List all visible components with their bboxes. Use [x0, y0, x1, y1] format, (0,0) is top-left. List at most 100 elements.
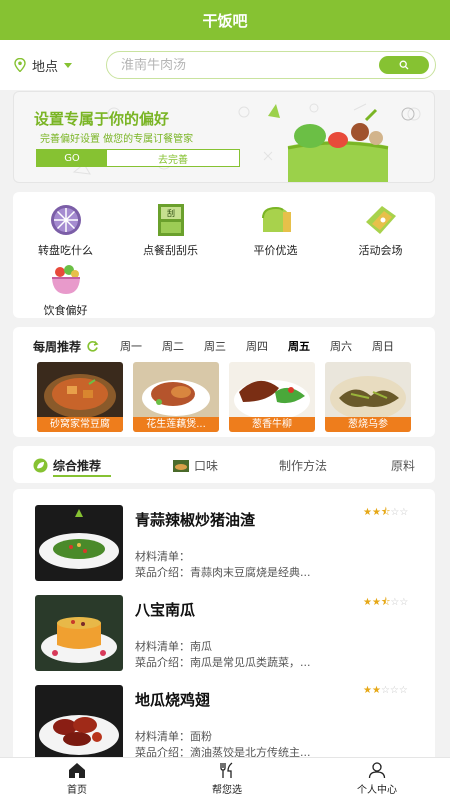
- category-label: 活动会场: [358, 244, 403, 257]
- banner-subtitle: 完善偏好设置 做您的专属订餐管家: [40, 134, 194, 145]
- weekly-dish-list: 砂窝家常豆腐 花生莲藕煲... 葱香牛柳 葱烧乌参: [37, 362, 411, 432]
- recommend-tabs: 综合推荐 口味 制作方法 原料: [13, 446, 435, 483]
- scratch-card-icon: 刮: [157, 204, 184, 236]
- tab-day-5[interactable]: 周五: [288, 338, 330, 354]
- nav-label: 帮您选: [212, 785, 242, 796]
- star-full-icon: ★: [371, 507, 381, 518]
- tab-day-3[interactable]: 周三: [204, 338, 246, 354]
- tab-method[interactable]: 制作方法: [279, 457, 327, 474]
- star-empty-icon: ☆: [398, 685, 408, 696]
- bread-icon: [261, 206, 291, 232]
- nav-label: 首页: [67, 785, 87, 796]
- category-preference[interactable]: 饮食偏好: [13, 262, 118, 318]
- recipe-name: 八宝南瓜: [135, 601, 196, 619]
- go-label[interactable]: GO: [37, 150, 107, 166]
- tab-taste[interactable]: 口味: [173, 457, 218, 474]
- star-empty-icon: ☆: [399, 597, 409, 608]
- banner-title: 设置专属于你的偏好: [34, 110, 170, 128]
- rating-stars: ★★⯪☆☆: [363, 595, 408, 612]
- refresh-icon[interactable]: [86, 340, 99, 353]
- salad-bowl-icon: [51, 265, 80, 294]
- tab-day-7[interactable]: 周日: [372, 338, 414, 354]
- weekday-tabs: 周一 周二 周三 周四 周五 周六 周日: [120, 338, 414, 354]
- dish-thumbnail-icon: [173, 459, 189, 472]
- search-row: 地点: [0, 40, 450, 90]
- nav-help-choose[interactable]: 帮您选: [182, 762, 272, 796]
- dish-label: 葱香牛柳: [229, 417, 315, 432]
- app-header: 干饭吧: [0, 0, 450, 40]
- dish-label: 花生莲藕煲...: [133, 417, 219, 432]
- weekly-title: 每周推荐: [33, 340, 82, 354]
- star-full-icon: ★: [371, 685, 381, 696]
- tab-label: 口味: [194, 459, 219, 473]
- recipe-thumbnail: [35, 685, 123, 761]
- location-label: 地点: [32, 59, 59, 75]
- complete-later-label[interactable]: 去完善: [107, 150, 239, 166]
- category-value[interactable]: 平价优选: [223, 202, 328, 258]
- category-events[interactable]: 活动会场: [328, 202, 433, 258]
- wheel-icon: [50, 205, 81, 235]
- recipe-photo: [35, 595, 123, 671]
- weekly-header: 每周推荐: [33, 338, 99, 355]
- recipe-photo: [35, 685, 123, 761]
- tab-day-4[interactable]: 周四: [246, 338, 288, 354]
- tab-ingredients[interactable]: 原料: [391, 457, 415, 474]
- preference-banner[interactable]: 设置专属于你的偏好 完善偏好设置 做您的专属订餐管家 GO 去完善: [13, 91, 435, 183]
- search-icon: [399, 60, 409, 70]
- star-full-icon: ★: [371, 597, 381, 608]
- tab-day-1[interactable]: 周一: [120, 338, 162, 354]
- list-item[interactable]: 地瓜烧鸡翅 ★★☆☆☆ 材料清单：面粉 菜品介绍：滴油蒸饺是北方传统主...: [13, 671, 435, 761]
- category-label: 饮食偏好: [43, 304, 88, 317]
- rating-stars: ★★☆☆☆: [363, 685, 408, 696]
- bottom-navigation: 首页 帮您选 个人中心: [0, 757, 450, 800]
- nav-label: 个人中心: [357, 785, 397, 796]
- svg-text:刮: 刮: [167, 208, 175, 218]
- search-button[interactable]: [379, 56, 429, 74]
- star-half-icon: ⯪: [380, 597, 391, 608]
- category-wheel[interactable]: 转盘吃什么: [13, 202, 118, 258]
- weekly-dish-card[interactable]: 砂窝家常豆腐: [37, 362, 123, 432]
- star-full-icon: ★: [363, 597, 372, 608]
- category-grid: 转盘吃什么 刮 点餐刮刮乐 平价优选 活动会场 饮食偏好: [13, 192, 435, 318]
- tab-label: 原料: [391, 459, 416, 473]
- category-scratch[interactable]: 刮 点餐刮刮乐: [118, 202, 223, 258]
- home-icon: [69, 763, 85, 778]
- leaf-icon: [33, 458, 48, 473]
- tab-day-2[interactable]: 周二: [162, 338, 204, 354]
- weekly-recommendation: 每周推荐 周一 周二 周三 周四 周五 周六 周日 砂窝家常豆腐 花生莲藕煲..…: [13, 327, 435, 437]
- search-box[interactable]: [106, 51, 436, 79]
- chevron-down-icon: [64, 62, 73, 68]
- tab-label: 综合推荐: [53, 459, 102, 473]
- weekly-dish-card[interactable]: 葱烧乌参: [325, 362, 411, 432]
- search-input[interactable]: [121, 57, 361, 73]
- recipe-photo: [35, 505, 123, 581]
- tab-comprehensive[interactable]: 综合推荐: [33, 457, 112, 477]
- location-selector[interactable]: 地点: [14, 56, 106, 75]
- ticket-icon: [365, 206, 396, 234]
- weekly-dish-card[interactable]: 花生莲藕煲...: [133, 362, 219, 432]
- list-item[interactable]: 八宝南瓜 ★★⯪☆☆ 材料清单：南瓜 菜品介绍：南瓜是常见瓜类蔬菜，...: [13, 581, 435, 671]
- nav-profile[interactable]: 个人中心: [332, 762, 422, 796]
- star-empty-icon: ☆: [399, 507, 409, 518]
- star-empty-icon: ☆: [380, 685, 390, 696]
- recipe-intro: 菜品介绍：南瓜是常见瓜类蔬菜，...: [135, 656, 311, 669]
- category-label: 转盘吃什么: [38, 244, 93, 257]
- fork-knife-icon: [220, 762, 233, 778]
- star-full-icon: ★: [363, 507, 372, 518]
- recipe-materials: 材料清单：: [135, 550, 190, 563]
- recipe-thumbnail: [35, 595, 123, 671]
- category-label: 点餐刮刮乐: [143, 244, 198, 257]
- recipe-name: 青蒜辣椒炒猪油渣: [135, 511, 256, 529]
- dish-label: 葱烧乌参: [325, 417, 411, 432]
- nav-home[interactable]: 首页: [32, 762, 122, 796]
- vegetable-bag-illustration: [268, 104, 415, 182]
- app-title: 干饭吧: [202, 11, 248, 30]
- tab-day-6[interactable]: 周六: [330, 338, 372, 354]
- banner-go-button[interactable]: GO 去完善: [36, 149, 240, 167]
- weekly-dish-card[interactable]: 葱香牛柳: [229, 362, 315, 432]
- recipe-intro: 菜品介绍：青蒜肉末豆腐烧是经典...: [135, 566, 311, 579]
- star-half-icon: ⯪: [380, 507, 391, 518]
- location-pin-icon: [14, 58, 26, 72]
- star-empty-icon: ☆: [389, 685, 399, 696]
- list-item[interactable]: 青蒜辣椒炒猪油渣 ★★⯪☆☆ 材料清单： 菜品介绍：青蒜肉末豆腐烧是经典...: [13, 491, 435, 581]
